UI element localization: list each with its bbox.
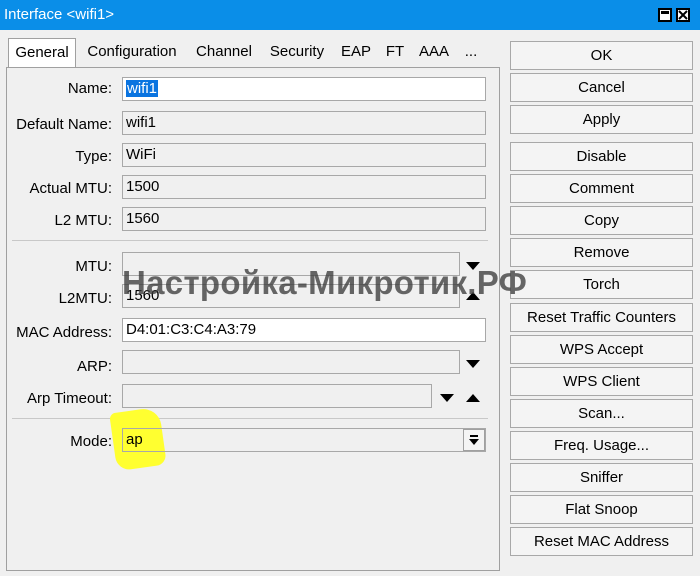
name-label: Name: <box>67 80 112 97</box>
wps-accept-button[interactable]: WPS Accept <box>510 335 693 364</box>
comment-button[interactable]: Comment <box>510 174 693 203</box>
close-button[interactable] <box>676 8 690 22</box>
close-icon <box>678 10 688 20</box>
tab-more[interactable]: ... <box>458 38 484 68</box>
arp-timeout-dropdown-icon[interactable] <box>440 394 454 402</box>
arp-label: ARP: <box>76 358 112 375</box>
arp-select[interactable] <box>122 350 460 374</box>
arp-timeout-input[interactable] <box>122 384 432 408</box>
l2mtu-label: L2MTU: <box>58 290 112 307</box>
wps-client-button[interactable]: WPS Client <box>510 367 693 396</box>
name-input[interactable]: wifi1 <box>122 77 486 101</box>
type-field: WiFi <box>122 143 486 167</box>
arp-timeout-collapse-icon[interactable] <box>466 394 480 402</box>
mode-label: Mode: <box>70 433 112 450</box>
apply-button[interactable]: Apply <box>510 105 693 134</box>
tab-eap[interactable]: EAP <box>334 38 378 68</box>
tab-aaa[interactable]: AAA <box>412 38 456 68</box>
arp-timeout-label: Arp Timeout: <box>26 390 112 407</box>
l2-mtu-label: L2 MTU: <box>54 212 112 229</box>
mtu-label: MTU: <box>75 258 112 275</box>
arp-dropdown-icon[interactable] <box>466 360 480 368</box>
flat-snoop-button[interactable]: Flat Snoop <box>510 495 693 524</box>
default-name-field: wifi1 <box>122 111 486 135</box>
actual-mtu-label: Actual MTU: <box>29 180 112 197</box>
copy-button[interactable]: Copy <box>510 206 693 235</box>
tab-configuration[interactable]: Configuration <box>78 38 186 68</box>
mode-dropdown-button[interactable] <box>463 429 485 451</box>
watermark-text: Настройка-Микротик.РФ <box>122 264 528 301</box>
tab-security[interactable]: Security <box>262 38 332 68</box>
mac-address-label: MAC Address: <box>16 324 112 341</box>
tab-ft[interactable]: FT <box>380 38 410 68</box>
tab-general[interactable]: General <box>8 38 76 69</box>
type-label: Type: <box>75 148 112 165</box>
divider <box>12 418 488 419</box>
disable-button[interactable]: Disable <box>510 142 693 171</box>
reset-traffic-counters-button[interactable]: Reset Traffic Counters <box>510 303 693 332</box>
mode-select[interactable]: ap <box>122 428 486 452</box>
ok-button[interactable]: OK <box>510 41 693 70</box>
reset-mac-address-button[interactable]: Reset MAC Address <box>510 527 693 556</box>
torch-button[interactable]: Torch <box>510 270 693 299</box>
name-value: wifi1 <box>126 80 159 97</box>
scan-button[interactable]: Scan... <box>510 399 693 428</box>
window-title: Interface <wifi1> <box>4 6 115 23</box>
cancel-button[interactable]: Cancel <box>510 73 693 102</box>
remove-button[interactable]: Remove <box>510 238 693 267</box>
default-name-label: Default Name: <box>16 116 112 133</box>
tab-channel[interactable]: Channel <box>188 38 260 68</box>
dropdown-arrow-icon <box>469 435 479 445</box>
mode-value: ap <box>126 431 143 448</box>
divider <box>12 240 488 241</box>
title-bar: Interface <wifi1> <box>0 0 700 30</box>
sniffer-button[interactable]: Sniffer <box>510 463 693 492</box>
freq-usage-button[interactable]: Freq. Usage... <box>510 431 693 460</box>
l2-mtu-field: 1560 <box>122 207 486 231</box>
actual-mtu-field: 1500 <box>122 175 486 199</box>
maximize-button[interactable] <box>658 8 672 22</box>
mac-address-input[interactable]: D4:01:C3:C4:A3:79 <box>122 318 486 342</box>
